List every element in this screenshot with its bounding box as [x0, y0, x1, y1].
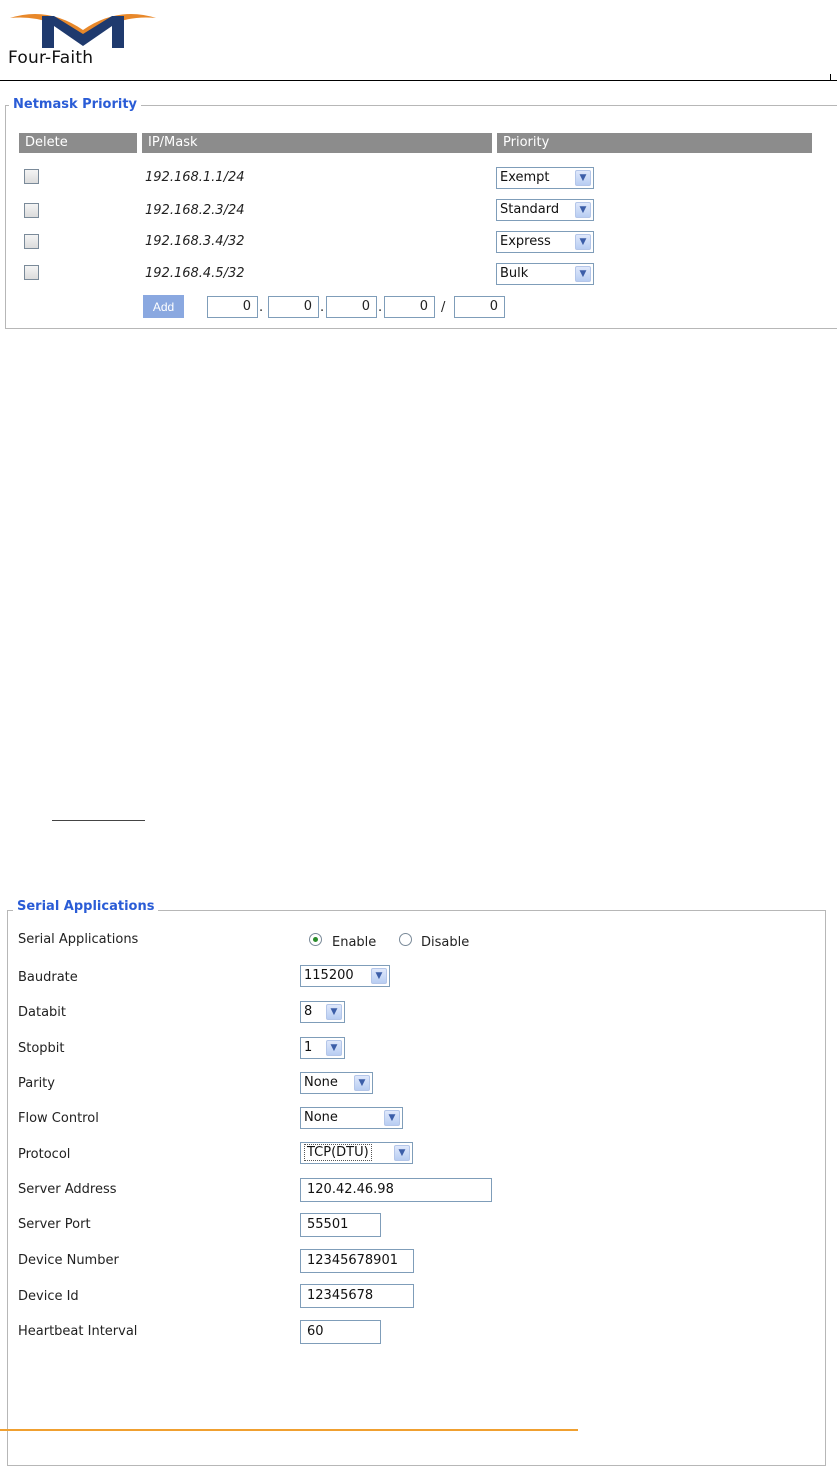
- ip-octet-4-input[interactable]: 0: [384, 296, 435, 318]
- header-divider: [0, 80, 837, 81]
- parity-value: None: [304, 1075, 338, 1090]
- dot-separator: .: [259, 300, 264, 315]
- serial-applications-legend: Serial Applications: [13, 899, 159, 914]
- logo-text: Four-Faith: [8, 48, 94, 68]
- baudrate-value: 115200: [304, 968, 354, 983]
- chevron-down-icon: ▼: [394, 1145, 410, 1161]
- ip-mask-value: 192.168.1.1/24: [145, 170, 245, 185]
- device-number-label: Device Number: [18, 1253, 119, 1268]
- ip-mask-value: 192.168.4.5/32: [145, 266, 245, 281]
- baudrate-select[interactable]: 115200 ▼: [300, 965, 390, 987]
- delete-checkbox[interactable]: [24, 203, 39, 218]
- chevron-down-icon: ▼: [354, 1075, 370, 1091]
- flow-control-label: Flow Control: [18, 1111, 99, 1126]
- baudrate-label: Baudrate: [18, 970, 78, 985]
- delete-checkbox[interactable]: [24, 234, 39, 249]
- disable-radio-label: Disable: [421, 935, 470, 950]
- device-id-label: Device Id: [18, 1289, 79, 1304]
- chevron-down-icon: ▼: [371, 968, 387, 984]
- column-header-priority: Priority: [497, 133, 812, 153]
- chevron-down-icon: ▼: [326, 1004, 342, 1020]
- chevron-down-icon: ▼: [575, 266, 591, 282]
- ip-octet-3-input[interactable]: 0: [326, 296, 377, 318]
- delete-checkbox[interactable]: [24, 169, 39, 184]
- delete-checkbox[interactable]: [24, 265, 39, 280]
- server-address-label: Server Address: [18, 1182, 117, 1197]
- chevron-down-icon: ▼: [326, 1040, 342, 1056]
- chevron-down-icon: ▼: [575, 234, 591, 250]
- parity-select[interactable]: None ▼: [300, 1072, 373, 1094]
- serial-applications-label: Serial Applications: [18, 932, 139, 947]
- footer-divider: [0, 1429, 578, 1431]
- enable-radio-label: Enable: [332, 935, 377, 950]
- enable-radio[interactable]: [309, 933, 322, 946]
- protocol-label: Protocol: [18, 1147, 71, 1162]
- dot-separator: .: [320, 300, 325, 315]
- dot-separator: .: [378, 300, 383, 315]
- ip-mask-value: 192.168.3.4/32: [145, 234, 245, 249]
- priority-select[interactable]: Standard ▼: [496, 199, 594, 221]
- netmask-bits-input[interactable]: 0: [454, 296, 505, 318]
- column-header-ipmask: IP/Mask: [142, 133, 492, 153]
- priority-select[interactable]: Exempt ▼: [496, 167, 594, 189]
- column-header-delete: Delete: [19, 133, 137, 153]
- protocol-value: TCP(DTU): [304, 1144, 372, 1161]
- stopbit-value: 1: [304, 1040, 313, 1055]
- priority-select[interactable]: Express ▼: [496, 231, 594, 253]
- device-id-input[interactable]: 12345678: [300, 1284, 414, 1308]
- chevron-down-icon: ▼: [575, 170, 591, 186]
- disable-radio[interactable]: [399, 933, 412, 946]
- netmask-priority-legend: Netmask Priority: [9, 97, 142, 112]
- server-port-input[interactable]: 55501: [300, 1213, 381, 1237]
- priority-value: Express: [500, 234, 551, 249]
- ip-mask-value: 192.168.2.3/24: [145, 203, 245, 218]
- parity-label: Parity: [18, 1076, 55, 1091]
- ip-octet-1-input[interactable]: 0: [207, 296, 258, 318]
- flow-control-value: None: [304, 1110, 338, 1125]
- decorative-underline: [52, 820, 145, 821]
- stopbit-label: Stopbit: [18, 1041, 65, 1056]
- add-netmask-button[interactable]: Add: [143, 295, 184, 318]
- header-divider-tick: [830, 74, 831, 81]
- ip-octet-2-input[interactable]: 0: [268, 296, 319, 318]
- protocol-select[interactable]: TCP(DTU) ▼: [300, 1142, 413, 1164]
- priority-value: Bulk: [500, 266, 529, 281]
- heartbeat-interval-input[interactable]: 60: [300, 1320, 381, 1344]
- databit-value: 8: [304, 1004, 313, 1019]
- databit-label: Databit: [18, 1005, 67, 1020]
- stopbit-select[interactable]: 1 ▼: [300, 1037, 345, 1059]
- databit-select[interactable]: 8 ▼: [300, 1001, 345, 1023]
- chevron-down-icon: ▼: [384, 1110, 400, 1126]
- slash-separator: /: [441, 300, 446, 315]
- priority-select[interactable]: Bulk ▼: [496, 263, 594, 285]
- heartbeat-interval-label: Heartbeat Interval: [18, 1324, 138, 1339]
- chevron-down-icon: ▼: [575, 202, 591, 218]
- server-address-input[interactable]: 120.42.46.98: [300, 1178, 492, 1202]
- server-port-label: Server Port: [18, 1217, 91, 1232]
- flow-control-select[interactable]: None ▼: [300, 1107, 403, 1129]
- priority-value: Standard: [500, 202, 560, 217]
- priority-value: Exempt: [500, 170, 550, 185]
- device-number-input[interactable]: 12345678901: [300, 1249, 414, 1273]
